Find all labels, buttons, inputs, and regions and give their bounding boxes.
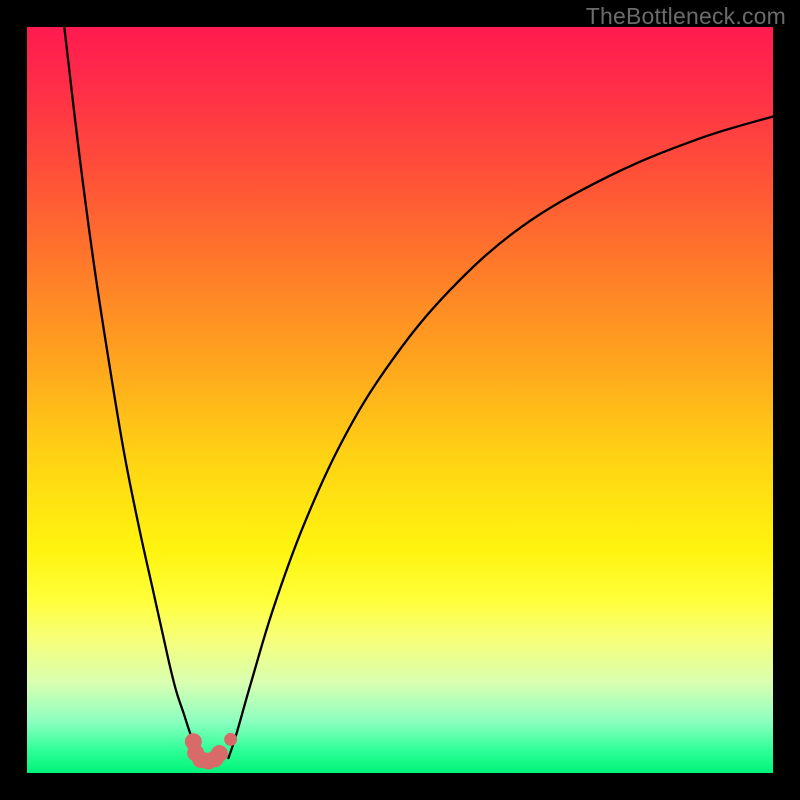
valley-dot xyxy=(211,745,228,762)
attribution-text: TheBottleneck.com xyxy=(586,3,786,30)
curves-svg xyxy=(27,27,773,773)
valley-dots xyxy=(185,733,237,770)
outer-frame: TheBottleneck.com xyxy=(0,0,800,800)
left-curve xyxy=(64,27,206,758)
right-curve xyxy=(228,117,773,759)
plot-area xyxy=(27,27,773,773)
valley-dot xyxy=(224,733,237,746)
